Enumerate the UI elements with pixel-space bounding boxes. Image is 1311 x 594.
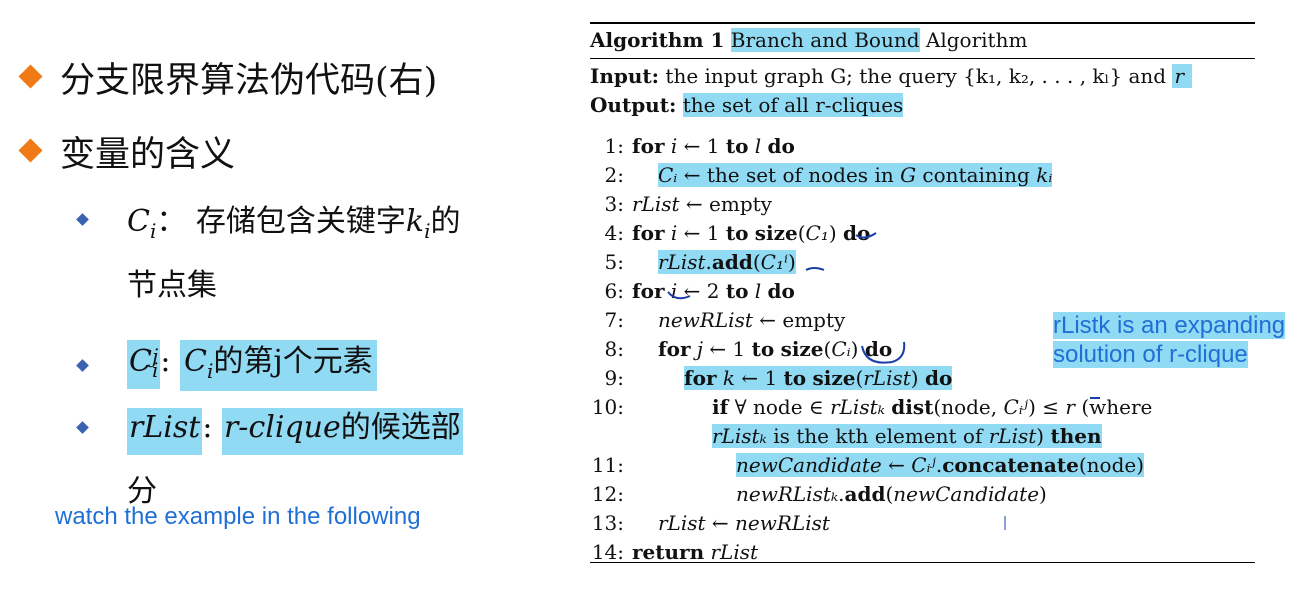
- line-number: 4:: [604, 221, 624, 245]
- line-number: 11:: [591, 453, 624, 477]
- top-rule: [590, 22, 1255, 24]
- line-code: rListₖ is the kth element of rList) then: [712, 424, 1102, 448]
- algorithm-line: 12: newRListₖ.add(newCandidate): [590, 480, 1047, 509]
- bullet-1-text: 分支限界算法伪代码(右): [60, 61, 438, 101]
- bullet-1: [18, 52, 43, 100]
- underline-stroke: [805, 267, 825, 271]
- line-number: 2:: [604, 163, 624, 187]
- algorithm-line: 1: for i ← 1 to l do: [590, 132, 795, 161]
- var-ci-definition-cont: 节点集: [127, 268, 217, 303]
- orange-diamond-icon: [18, 137, 43, 163]
- blue-diamond-icon: [76, 359, 89, 372]
- mid-rule: [590, 58, 1255, 59]
- annotation-line-1: rListk is an expanding: [1053, 312, 1286, 339]
- line-code: return rList: [632, 540, 759, 564]
- line-number: 13:: [591, 511, 624, 535]
- algorithm-title: Algorithm 1 Branch and Bound Algorithm: [590, 28, 1028, 52]
- line-number: 9:: [604, 366, 624, 390]
- blue-diamond-icon: [76, 421, 89, 434]
- line-code: for j ← 1 to size(Cᵢ) do: [658, 337, 893, 361]
- algorithm-line: 3: rList ← empty: [590, 190, 772, 219]
- var-ci-definition: Ci： 存储包含关键字ki的: [127, 204, 461, 243]
- line-number: 8:: [604, 337, 624, 361]
- algorithm-line: 7: newRList ← empty: [590, 306, 846, 335]
- algorithm-line: 8: for j ← 1 to size(Cᵢ) do: [590, 335, 893, 364]
- line-code: rList ← newRList: [658, 511, 830, 535]
- line-number: 7:: [604, 308, 624, 332]
- line-number: 6:: [604, 279, 624, 303]
- var-cij-definition: Cji: Ci的第j个元素: [127, 336, 377, 391]
- algorithm-line: rListₖ is the kth element of rList) then: [590, 422, 1102, 451]
- algorithm-line: 6: for i ← 2 to l do: [590, 277, 795, 306]
- algorithm-line: 5: rList.add(C₁ⁱ): [590, 248, 796, 277]
- var-rlist-definition: rList: r-clique的候选部: [127, 402, 463, 455]
- line-number: 10:: [591, 395, 624, 419]
- algorithm-output: Output: the set of all r-cliques: [590, 93, 904, 117]
- algorithm-line: 4: for i ← 1 to size(C₁) do: [590, 219, 871, 248]
- line-code: rList ← empty: [632, 192, 772, 216]
- algorithm-line: 10: if ∀ node ∈ rListₖ dist(node, Cᵢʲ) ≤ …: [590, 393, 1153, 422]
- handwritten-note: watch the example in the following: [55, 503, 421, 530]
- line-code: if ∀ node ∈ rListₖ dist(node, Cᵢʲ) ≤ r (…: [712, 395, 1153, 419]
- bullet-2-text: 变量的含义: [60, 135, 236, 175]
- line-code: newRListₖ.add(newCandidate): [736, 482, 1047, 506]
- algorithm-line: 11: newCandidate ← Cᵢʲ.concatenate(node): [590, 451, 1145, 480]
- algorithm-input: Input: the input graph G; the query {k₁,…: [590, 62, 1192, 91]
- algorithm-line: 13: rList ← newRList: [590, 509, 830, 538]
- blue-diamond-icon: [76, 213, 89, 226]
- line-code: for i ← 2 to l do: [632, 279, 795, 303]
- line-code: for i ← 1 to size(C₁) do: [632, 221, 871, 245]
- line-code: newCandidate ← Cᵢʲ.concatenate(node): [736, 453, 1145, 477]
- orange-diamond-icon: [18, 63, 43, 89]
- line-number: 12:: [591, 482, 624, 506]
- line-code: newRList ← empty: [658, 308, 846, 332]
- bottom-rule: [590, 562, 1255, 563]
- line-number: 5:: [604, 250, 624, 274]
- line-code: for k ← 1 to size(rList) do: [684, 366, 953, 390]
- line-code: for i ← 1 to l do: [632, 134, 795, 158]
- line-number: 1:: [604, 134, 624, 158]
- line-code: rList.add(C₁ⁱ): [658, 250, 796, 274]
- bullet-2: [18, 126, 43, 174]
- line-code: Cᵢ ← the set of nodes in G containing kᵢ: [658, 163, 1053, 187]
- algorithm-line: 2: Cᵢ ← the set of nodes in G containing …: [590, 161, 1053, 190]
- annotation-line-2: solution of r-clique: [1053, 341, 1248, 368]
- algorithm-line: 9: for k ← 1 to size(rList) do: [590, 364, 953, 393]
- line-number: 3:: [604, 192, 624, 216]
